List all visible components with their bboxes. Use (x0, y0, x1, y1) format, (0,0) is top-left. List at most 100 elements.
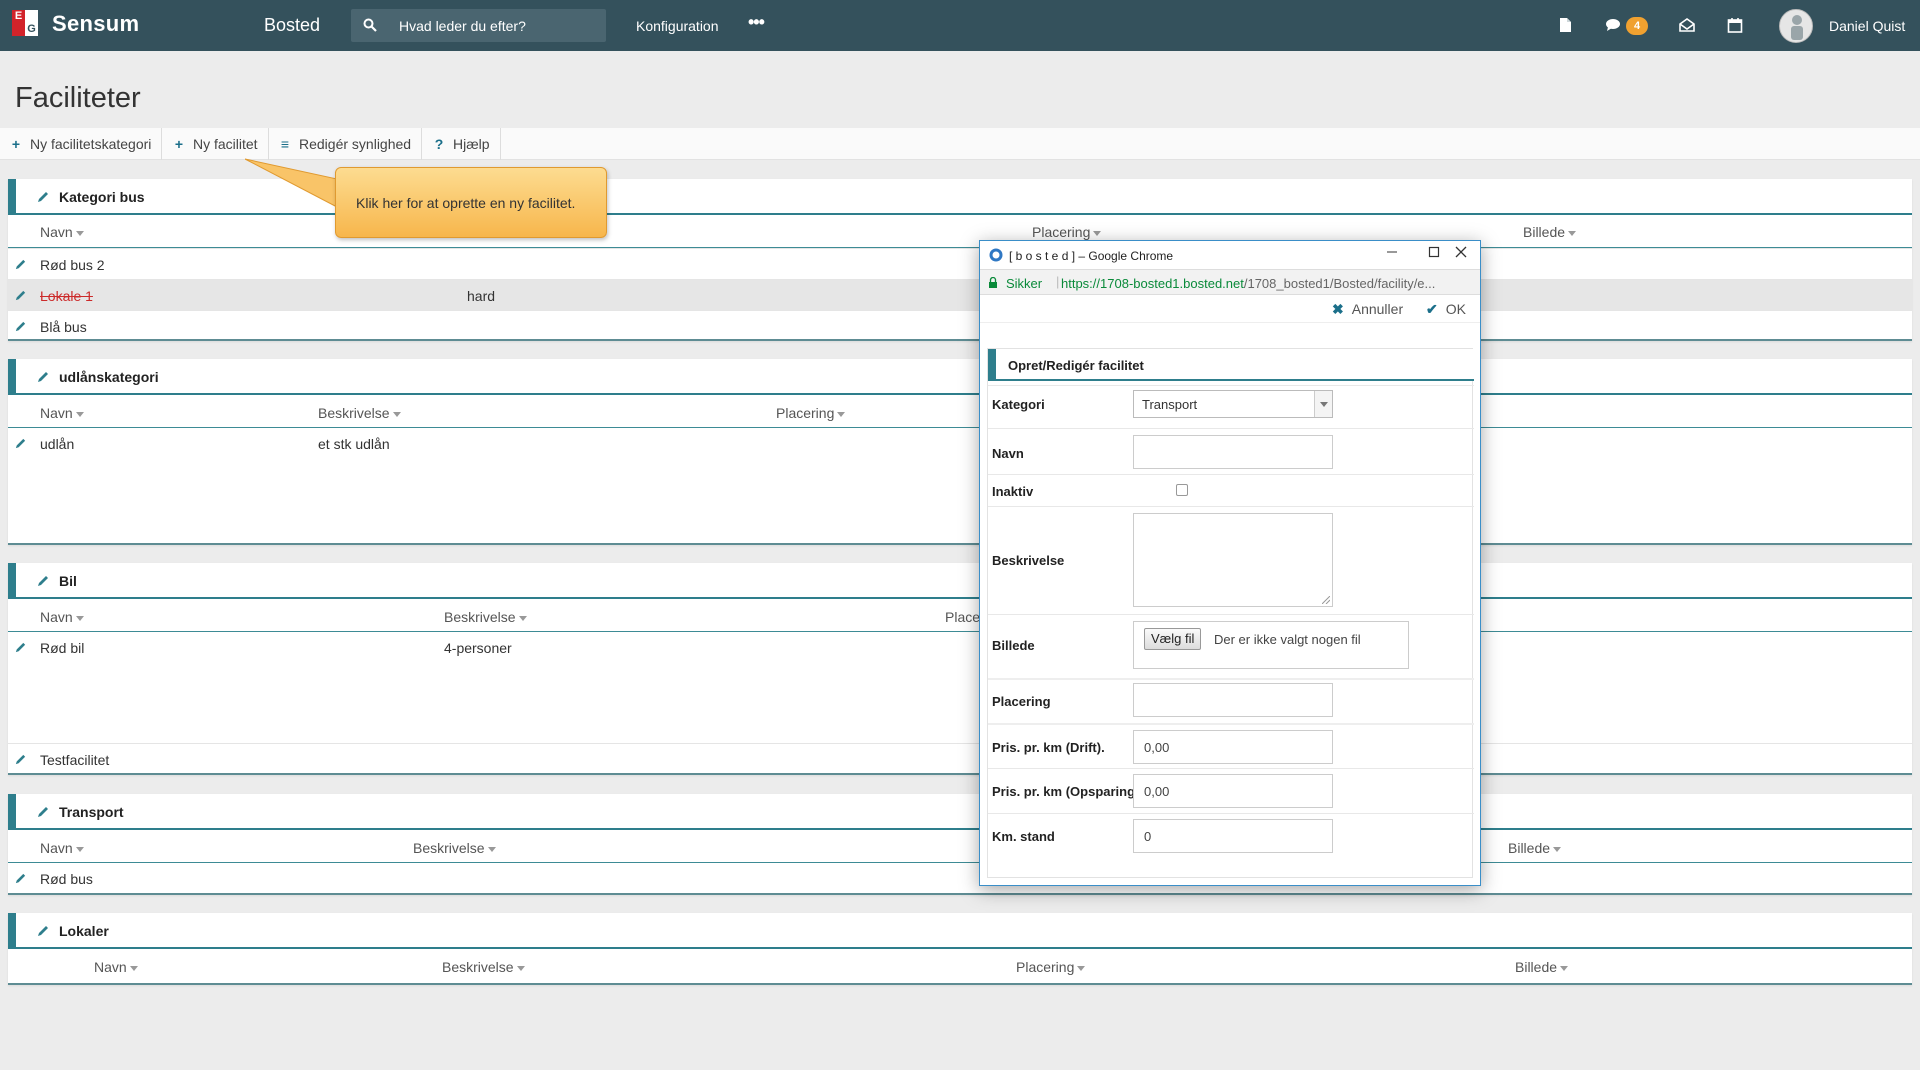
maximize-icon[interactable] (1419, 245, 1449, 265)
column-header-billede[interactable]: Billede (1523, 224, 1577, 240)
column-header-beskrivelse[interactable]: Beskrivelse (444, 609, 527, 625)
more-menu-icon[interactable]: ••• (748, 12, 765, 33)
column-label: Navn (40, 840, 73, 856)
table-row[interactable]: Blå bus (8, 310, 1912, 341)
column-header-billede[interactable]: Billede (1508, 840, 1562, 856)
table-row[interactable]: Lokale 1 hard (8, 279, 1912, 310)
inaktiv-checkbox[interactable] (1176, 484, 1188, 496)
column-label: Beskrivelse (442, 959, 514, 975)
sliders-icon: ≡ (280, 136, 290, 152)
beskrivelse-textarea[interactable] (1133, 513, 1333, 607)
edit-pencil-icon[interactable] (14, 320, 27, 333)
km-stand-input[interactable] (1133, 819, 1333, 853)
column-header-navn[interactable]: Navn (40, 840, 84, 856)
column-header-placering[interactable]: Placering (1016, 959, 1086, 975)
placering-input[interactable] (1133, 683, 1333, 717)
table-row[interactable]: udlån et stk udlån (8, 428, 1912, 459)
new-facility-label: Ny facilitet (193, 136, 258, 152)
column-label: Billede (1523, 224, 1566, 240)
minimize-icon[interactable] (1377, 245, 1407, 265)
search-input[interactable] (399, 9, 599, 42)
form-row-navn: Navn (988, 428, 1474, 474)
column-header-placering[interactable]: Placering (1032, 224, 1102, 240)
pris-opsparing-input[interactable] (1133, 774, 1333, 808)
column-header-placering[interactable]: Placering (776, 405, 846, 421)
table-row[interactable]: Rød bil 4-personer (8, 632, 1912, 663)
kategori-select[interactable]: Transport (1133, 390, 1333, 418)
edit-pencil-icon[interactable] (14, 437, 27, 450)
panel-title: Transport (59, 804, 124, 820)
inbox-icon[interactable] (1678, 16, 1696, 34)
sort-caret-icon (1568, 230, 1577, 236)
facility-name: Testfacilitet (40, 752, 110, 768)
resize-handle-icon[interactable] (1322, 596, 1330, 604)
nav-configuration[interactable]: Konfiguration (636, 18, 719, 34)
chat-icon[interactable] (1604, 16, 1622, 34)
column-header-navn[interactable]: Navn (94, 959, 138, 975)
cancel-button[interactable]: ✖ Annuller (1332, 301, 1403, 318)
user-name[interactable]: Daniel Quist (1829, 18, 1905, 34)
page-toolbar: + Ny facilitetskategori + Ny facilitet ≡ Re… (0, 128, 1920, 160)
edit-pencil-icon[interactable] (14, 872, 27, 885)
column-header-beskrivelse[interactable]: Beskrivelse (413, 840, 496, 856)
choose-file-button[interactable]: Vælg fil (1144, 628, 1202, 650)
logo-letter-g: G (25, 23, 38, 36)
column-header-navn[interactable]: Navn (40, 224, 84, 240)
table-row[interactable]: Rød bus (8, 863, 1912, 894)
navn-label: Navn (992, 446, 1024, 461)
help-button[interactable]: ? Hjælp (433, 128, 501, 160)
sort-caret-icon (518, 615, 527, 621)
new-category-button[interactable]: + Ny facilitetskategori (10, 128, 163, 160)
pris-drift-label: Pris. pr. km (Drift). (992, 740, 1105, 755)
edit-pencil-icon[interactable] (36, 924, 50, 938)
url-text[interactable]: https://1708-bosted1.bosted.net/1708_bos… (1061, 276, 1477, 291)
column-header-placering[interactable]: Place (945, 609, 980, 625)
column-header-beskrivelse[interactable]: Beskrivelse (318, 405, 401, 421)
edit-pencil-icon[interactable] (36, 190, 50, 204)
edit-pencil-icon[interactable] (36, 370, 50, 384)
ok-button[interactable]: ✔ OK (1426, 301, 1466, 318)
url-path: /1708_bosted1/Bosted/facility/e... (1243, 276, 1436, 291)
column-label: Billede (1515, 959, 1558, 975)
file-status: Der er ikke valgt nogen fil (1214, 632, 1361, 647)
table-row[interactable]: Testfacilitet (8, 743, 1912, 774)
sort-caret-icon (1077, 965, 1086, 971)
app-name[interactable]: Bosted (264, 15, 320, 36)
edit-pencil-icon[interactable] (14, 258, 27, 271)
edit-pencil-icon[interactable] (14, 289, 27, 302)
sort-caret-icon (1093, 230, 1102, 236)
facility-name: Rød bus (40, 871, 93, 887)
column-header-navn[interactable]: Navn (40, 609, 84, 625)
secure-label: Sikker (1006, 276, 1043, 291)
category-panel-bil: Bil Navn Beskrivelse Place Rød bil 4-per… (8, 563, 1912, 775)
navn-input[interactable] (1133, 435, 1333, 469)
edit-pencil-icon[interactable] (36, 574, 50, 588)
tooltip-pointer (245, 158, 338, 208)
sort-caret-icon (392, 411, 401, 417)
edit-visibility-button[interactable]: ≡ Redigér synlighed (279, 128, 423, 160)
edit-pencil-icon[interactable] (36, 805, 50, 819)
eg-logo[interactable]: E G (12, 10, 40, 40)
facility-form: Opret/Redigér facilitet Kategori Transpo… (987, 348, 1474, 878)
address-bar[interactable]: Sikker | https://1708-bosted1.bosted.net… (980, 269, 1480, 295)
cancel-label: Annuller (1351, 301, 1404, 317)
new-facility-button[interactable]: + Ny facilitet (173, 128, 269, 160)
category-panel-transport: Transport Navn Beskrivelse Billede Rød b… (8, 794, 1912, 895)
pris-drift-input[interactable] (1133, 730, 1333, 764)
chevron-down-icon (1314, 391, 1332, 417)
calendar-icon[interactable] (1726, 16, 1744, 34)
document-icon[interactable] (1556, 16, 1574, 34)
column-header-navn[interactable]: Navn (40, 405, 84, 421)
window-titlebar[interactable]: [ b o s t e d ] – Google Chrome (980, 241, 1480, 269)
close-icon[interactable] (1446, 245, 1476, 265)
table-row[interactable]: Rød bus 2 (8, 248, 1912, 279)
column-header-beskrivelse[interactable]: Beskrivelse (442, 959, 525, 975)
column-header-billede[interactable]: Billede (1515, 959, 1569, 975)
user-avatar[interactable] (1779, 9, 1813, 43)
edit-pencil-icon[interactable] (14, 753, 27, 766)
divider: | (1056, 274, 1060, 289)
sort-caret-icon (837, 411, 846, 417)
edit-pencil-icon[interactable] (14, 641, 27, 654)
column-label: Billede (1508, 840, 1551, 856)
panel-title: Kategori bus (59, 189, 145, 205)
